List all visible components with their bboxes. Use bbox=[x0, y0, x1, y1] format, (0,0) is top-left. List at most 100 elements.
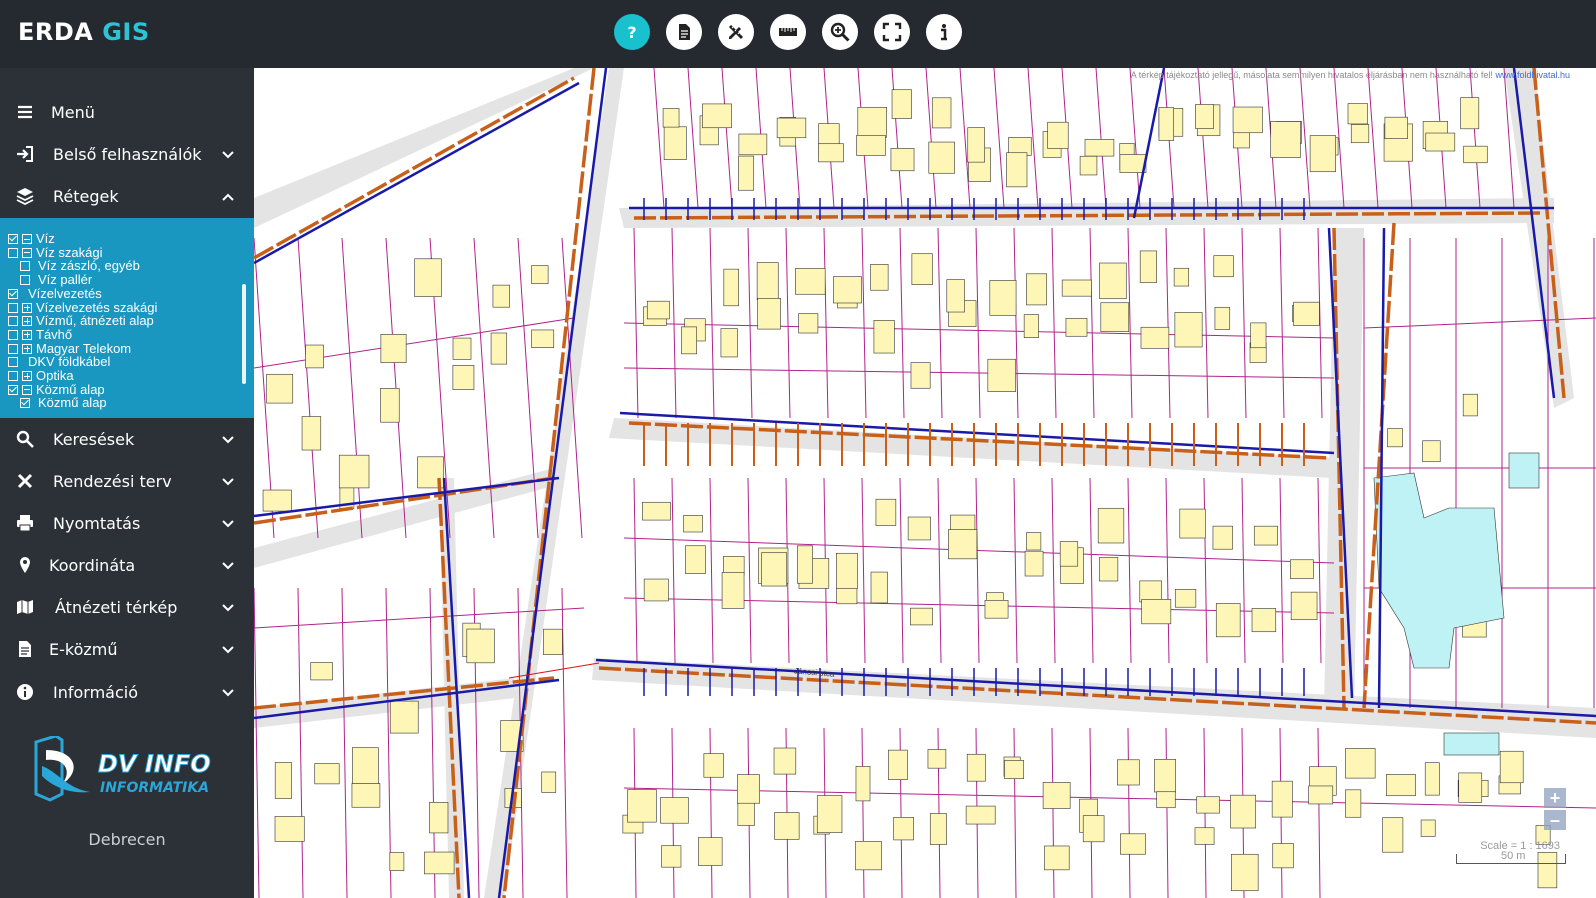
zoom-button[interactable] bbox=[822, 14, 858, 50]
building bbox=[274, 762, 292, 799]
public-building bbox=[1443, 732, 1500, 756]
sidebar-item-information[interactable]: Információ bbox=[0, 671, 254, 713]
building bbox=[1100, 302, 1130, 332]
layer-label: Vízelvezetés bbox=[28, 285, 102, 301]
layer-checkbox[interactable] bbox=[20, 261, 30, 272]
layer-checkbox[interactable] bbox=[8, 384, 18, 395]
layer-checkbox[interactable] bbox=[20, 275, 30, 286]
layer-checkbox[interactable] bbox=[8, 357, 18, 368]
building bbox=[1232, 106, 1263, 134]
building bbox=[888, 749, 908, 780]
building bbox=[389, 700, 419, 734]
sidebar-item-e-utility[interactable]: E-közmű bbox=[0, 628, 254, 670]
expand-icon[interactable] bbox=[22, 329, 32, 340]
building bbox=[1141, 599, 1172, 625]
building bbox=[1026, 532, 1042, 551]
layer-row[interactable]: Közmű alap bbox=[20, 396, 107, 410]
document-button[interactable] bbox=[666, 14, 702, 50]
parcel-boundary bbox=[623, 787, 1596, 809]
building bbox=[1099, 557, 1119, 582]
layer-checkbox[interactable] bbox=[8, 329, 18, 340]
building bbox=[646, 300, 670, 320]
building bbox=[274, 816, 305, 842]
building bbox=[1384, 116, 1408, 139]
collapse-icon[interactable] bbox=[22, 247, 32, 258]
building bbox=[1139, 580, 1162, 603]
building bbox=[685, 545, 706, 574]
sidebar-item-overview-map[interactable]: Átnézeti térkép bbox=[0, 586, 254, 628]
collapse-icon[interactable] bbox=[22, 234, 32, 244]
sidebar-item-layers[interactable]: Rétegek bbox=[0, 175, 254, 217]
layer-checkbox[interactable] bbox=[8, 316, 18, 327]
building bbox=[1119, 154, 1147, 173]
zoom-in-button[interactable]: + bbox=[1544, 788, 1566, 808]
expand-icon[interactable] bbox=[22, 316, 32, 327]
draw-tools-button[interactable] bbox=[718, 14, 754, 50]
building bbox=[736, 774, 760, 804]
sidebar-item-searches[interactable]: Keresések bbox=[0, 418, 254, 460]
building bbox=[761, 552, 788, 587]
layer-row[interactable]: Optika bbox=[8, 369, 74, 383]
map-icon bbox=[16, 598, 34, 616]
expand-icon[interactable] bbox=[22, 302, 32, 313]
fullscreen-button[interactable] bbox=[874, 14, 910, 50]
sidebar-item-zoning-plan[interactable]: Rendezési terv bbox=[0, 460, 254, 502]
app-logo[interactable]: ERDA GIS bbox=[18, 18, 150, 46]
map-canvas[interactable]: Jánosi utca A térkép tájékoztató jellegű… bbox=[254, 68, 1596, 898]
building bbox=[911, 253, 933, 285]
collapse-icon[interactable] bbox=[22, 384, 32, 395]
zoom-out-button[interactable]: – bbox=[1544, 810, 1566, 830]
building bbox=[531, 265, 549, 285]
building bbox=[890, 148, 915, 172]
building bbox=[1044, 845, 1070, 871]
expand-icon[interactable] bbox=[22, 371, 32, 381]
chevron-down-icon bbox=[222, 601, 234, 613]
building bbox=[663, 126, 687, 160]
building bbox=[1084, 139, 1115, 157]
building bbox=[310, 662, 333, 681]
building bbox=[893, 817, 914, 841]
sidebar-item-coordinate[interactable]: Koordináta bbox=[0, 544, 254, 586]
parcel-boundary bbox=[1127, 477, 1132, 664]
info-button[interactable] bbox=[926, 14, 962, 50]
sidebar-item-internal-users[interactable]: Belső felhasználók bbox=[0, 133, 254, 175]
expand-icon[interactable] bbox=[22, 343, 32, 354]
layers-scrollbar[interactable] bbox=[242, 284, 246, 384]
building bbox=[870, 571, 888, 604]
menu-item[interactable]: Menü bbox=[0, 91, 254, 133]
layer-row[interactable]: Víz pallér bbox=[20, 273, 92, 287]
building bbox=[452, 337, 472, 360]
building bbox=[314, 763, 340, 785]
layer-checkbox[interactable] bbox=[8, 288, 18, 299]
layer-checkbox[interactable] bbox=[8, 371, 18, 381]
building bbox=[833, 276, 862, 304]
layer-checkbox[interactable] bbox=[20, 398, 30, 409]
building bbox=[1231, 853, 1259, 892]
building bbox=[490, 332, 508, 365]
building bbox=[855, 766, 871, 802]
building bbox=[452, 365, 475, 390]
building bbox=[798, 313, 819, 334]
map-layers[interactable] bbox=[254, 68, 1596, 898]
layer-checkbox[interactable] bbox=[8, 302, 18, 313]
help-button[interactable]: ? bbox=[614, 14, 650, 50]
layer-row[interactable]: Vízelvezetés bbox=[8, 285, 102, 301]
measure-button[interactable] bbox=[770, 14, 806, 50]
building bbox=[414, 258, 442, 297]
layer-checkbox[interactable] bbox=[8, 343, 18, 354]
parcel-boundary bbox=[561, 587, 568, 898]
toolbar: ? bbox=[614, 14, 962, 50]
building bbox=[424, 851, 455, 875]
building bbox=[1309, 135, 1336, 173]
layer-row[interactable]: Távhő bbox=[8, 327, 72, 342]
layer-row[interactable]: Vízmű, átnézeti alap bbox=[8, 314, 154, 328]
building bbox=[1174, 589, 1197, 608]
building bbox=[698, 837, 723, 866]
layer-checkbox[interactable] bbox=[8, 234, 18, 244]
disclaimer-link[interactable]: www.foldhivatal.hu bbox=[1495, 70, 1570, 80]
building bbox=[352, 747, 379, 784]
layer-row[interactable]: Víz bbox=[8, 232, 55, 246]
building bbox=[1251, 608, 1277, 633]
sidebar-item-printing[interactable]: Nyomtatás bbox=[0, 502, 254, 544]
layer-checkbox[interactable] bbox=[8, 247, 18, 258]
